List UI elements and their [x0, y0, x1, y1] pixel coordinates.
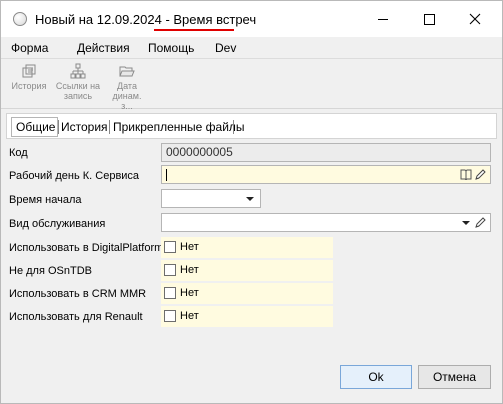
- pencil-icon[interactable]: [474, 168, 487, 181]
- cancel-button[interactable]: Отмена: [418, 365, 491, 389]
- toolbar-date-button[interactable]: Дата динам. з...: [105, 63, 149, 111]
- crm-mmr-checkbox[interactable]: [164, 287, 176, 299]
- form-content: Общие История Прикрепленные файлы Код 00…: [6, 113, 497, 353]
- toolbar-links-button[interactable]: Ссылки на запись: [53, 63, 103, 101]
- renault-label: Использовать для Renault: [9, 311, 143, 323]
- links-icon: [70, 63, 86, 79]
- tab-separator: [58, 120, 59, 134]
- service-type-dropdown[interactable]: [161, 213, 491, 232]
- history-icon: [22, 64, 36, 78]
- start-time-label: Время начала: [9, 194, 82, 206]
- code-label: Код: [9, 147, 28, 159]
- tab-separator: [233, 120, 234, 134]
- tab-bar: Общие История Прикрепленные файлы: [6, 113, 497, 139]
- maximize-icon: [423, 13, 435, 25]
- osntdb-label: Не для OSnTDB: [9, 265, 92, 277]
- minimize-icon: [378, 18, 388, 20]
- toolbar-date-label: Дата динам. з...: [112, 81, 142, 111]
- chevron-down-icon: [246, 197, 254, 201]
- digitalplatform-label: Использовать в DigitalPlatform: [9, 242, 164, 254]
- tab-general[interactable]: Общие: [16, 120, 55, 134]
- app-icon: [13, 12, 27, 26]
- menu-bar: Форма Действия Помощь Dev: [1, 37, 502, 59]
- menu-form[interactable]: Форма: [11, 41, 48, 55]
- start-time-dropdown[interactable]: [161, 189, 261, 208]
- toolbar: История Ссылки на запись Дата динам. з..…: [1, 59, 502, 111]
- window-title: Новый на 12.09.2024 - Время встреч: [35, 12, 256, 27]
- service-type-label: Вид обслуживания: [9, 218, 106, 230]
- menu-dev[interactable]: Dev: [215, 41, 236, 55]
- tab-attachments[interactable]: Прикрепленные файлы: [113, 120, 245, 134]
- renault-checkbox[interactable]: [164, 310, 176, 322]
- renault-checkbox-area[interactable]: Нет: [161, 306, 333, 327]
- pencil-icon[interactable]: [474, 216, 487, 229]
- toolbar-history-button[interactable]: История: [7, 63, 51, 91]
- crm-mmr-checkbox-area[interactable]: Нет: [161, 283, 333, 304]
- workday-field[interactable]: [161, 165, 491, 184]
- maximize-button[interactable]: [406, 1, 452, 37]
- chevron-down-icon: [462, 221, 470, 225]
- tab-separator: [109, 120, 110, 134]
- toolbar-history-label: История: [11, 81, 47, 91]
- title-underline: [154, 29, 234, 31]
- osntdb-checkbox[interactable]: [164, 264, 176, 276]
- window-title-highlight: Время встреч: [173, 12, 257, 27]
- digitalplatform-checkbox-area[interactable]: Нет: [161, 237, 333, 258]
- renault-value: Нет: [180, 310, 199, 322]
- ok-button[interactable]: Ok: [340, 365, 412, 389]
- tab-history[interactable]: История: [61, 120, 108, 134]
- toolbar-links-label: Ссылки на запись: [55, 81, 101, 101]
- crm-mmr-label: Использовать в CRM MMR: [9, 288, 147, 300]
- crm-mmr-value: Нет: [180, 287, 199, 299]
- osntdb-value: Нет: [180, 264, 199, 276]
- menu-actions[interactable]: Действия: [77, 41, 130, 55]
- title-bar: Новый на 12.09.2024 - Время встреч: [1, 1, 502, 37]
- menu-help[interactable]: Помощь: [148, 41, 194, 55]
- digitalplatform-value: Нет: [180, 241, 199, 253]
- minimize-button[interactable]: [360, 1, 406, 37]
- code-field: 0000000005: [161, 143, 491, 162]
- workday-label: Рабочий день К. Сервиса: [9, 170, 140, 182]
- book-icon[interactable]: [460, 169, 472, 180]
- digitalplatform-checkbox[interactable]: [164, 241, 176, 253]
- close-icon: [469, 13, 481, 25]
- text-cursor: [166, 169, 167, 181]
- dialog-window: Новый на 12.09.2024 - Время встреч Форма…: [0, 0, 503, 404]
- folder-open-icon: [119, 66, 135, 77]
- close-button[interactable]: [452, 1, 498, 37]
- osntdb-checkbox-area[interactable]: Нет: [161, 260, 333, 281]
- window-title-prefix: Новый на 12.09.2024 -: [35, 12, 174, 27]
